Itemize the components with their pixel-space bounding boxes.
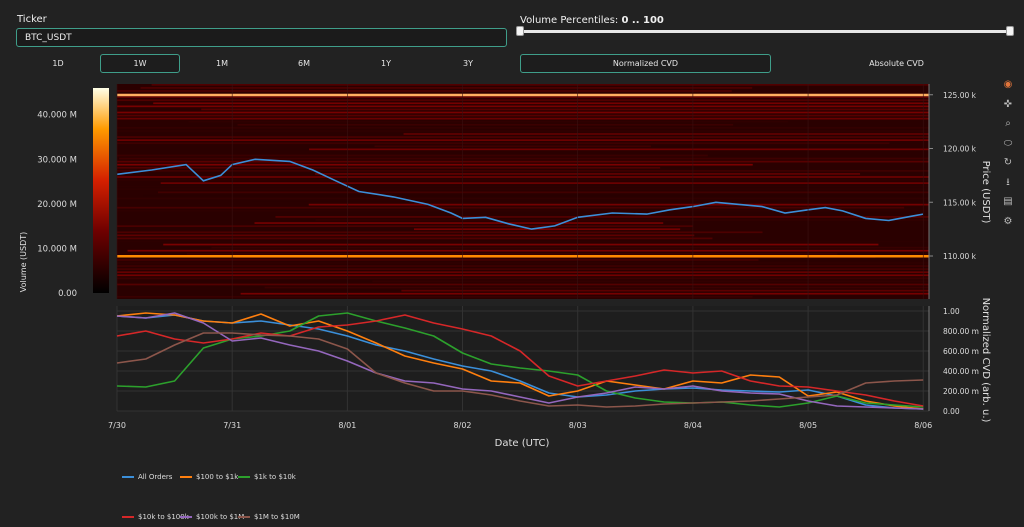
- legend-label: $1k to $10k: [254, 473, 296, 481]
- legend-swatch: [122, 476, 134, 478]
- legend-item[interactable]: $1M to $10M: [238, 512, 300, 522]
- legend-item[interactable]: $100 to $1k: [180, 472, 238, 482]
- cvd-tick-label: 800.00 m: [943, 327, 979, 336]
- legend-swatch: [238, 476, 250, 478]
- colorbar-tick-label: 0.00: [58, 289, 77, 299]
- palette-icon[interactable]: ◉: [1001, 79, 1015, 91]
- download-icon[interactable]: ⭳: [1001, 177, 1015, 189]
- legend-swatch: [180, 476, 192, 478]
- lasso-icon[interactable]: ⬭: [1001, 138, 1015, 150]
- colorbar-tick-label: 10.000 M: [37, 244, 77, 254]
- legend-swatch: [122, 516, 134, 518]
- price-tick-label: 125.00 k: [943, 91, 977, 100]
- price-tick-label: 120.00 k: [943, 145, 977, 154]
- bright-level-line: [117, 255, 929, 258]
- zoom-icon[interactable]: ⌕: [1001, 118, 1015, 130]
- date-tick-label: 7/31: [223, 421, 241, 430]
- price-tick-label: 115.00 k: [943, 198, 977, 207]
- comment-icon[interactable]: ▤: [1001, 196, 1015, 208]
- cvd-tick-label: 1.00: [943, 307, 960, 316]
- legend-item[interactable]: $10k to $100k: [122, 512, 189, 522]
- date-tick-label: 8/06: [914, 421, 932, 430]
- date-tick-label: 8/04: [684, 421, 702, 430]
- colorbar-tick-label: 20.000 M: [37, 200, 77, 210]
- cvd-tick-label: 0.00: [943, 407, 960, 416]
- legend-label: $1M to $10M: [254, 513, 300, 521]
- pan-icon[interactable]: ✜: [1001, 99, 1015, 111]
- price-axis-title: Price (USDT): [980, 161, 991, 224]
- cvd-tick-label: 600.00 m: [943, 347, 979, 356]
- cvd-tick-label: 400.00 m: [943, 367, 979, 376]
- date-tick-label: 8/03: [569, 421, 587, 430]
- date-tick-label: 8/02: [454, 421, 472, 430]
- date-axis-title: Date (UTC): [495, 438, 550, 449]
- cvd-tick-label: 200.00 m: [943, 387, 979, 396]
- chart-area: 110.00 k 115.00 k 120.00 k 125.00 k 0.00 10.0…: [19, 84, 991, 449]
- date-tick-label: 7/30: [108, 421, 126, 430]
- cvd-axis-title: Normalized CVD (arb. u.): [980, 298, 991, 423]
- settings-icon[interactable]: ⚙: [1001, 216, 1015, 228]
- legend-label: All Orders: [138, 473, 173, 481]
- reset-icon[interactable]: ↻: [1001, 157, 1015, 169]
- legend-item[interactable]: $1k to $10k: [238, 472, 296, 482]
- legend-item[interactable]: All Orders: [122, 472, 172, 482]
- colorbar-tick-label: 40.000 M: [37, 111, 77, 121]
- legend-label: $100 to $1k: [196, 473, 239, 481]
- date-tick-label: 8/05: [799, 421, 817, 430]
- colorbar: [93, 88, 109, 293]
- legend-swatch: [238, 516, 250, 518]
- price-tick-label: 110.00 k: [943, 252, 977, 261]
- heatmap-plot[interactable]: 110.00 k 115.00 k 120.00 k 125.00 k 0.00 10.0…: [37, 84, 977, 299]
- colorbar-title: Volume (USDT): [19, 232, 28, 293]
- bright-level-line: [117, 93, 929, 97]
- legend-item[interactable]: $100k to $1M: [180, 512, 244, 522]
- date-tick-label: 8/01: [338, 421, 356, 430]
- colorbar-tick-label: 30.000 M: [37, 155, 77, 165]
- cvd-plot[interactable]: 0.00 200.00 m 400.00 m 600.00 m 800.00 m 1.00…: [108, 306, 979, 430]
- legend-swatch: [180, 516, 192, 518]
